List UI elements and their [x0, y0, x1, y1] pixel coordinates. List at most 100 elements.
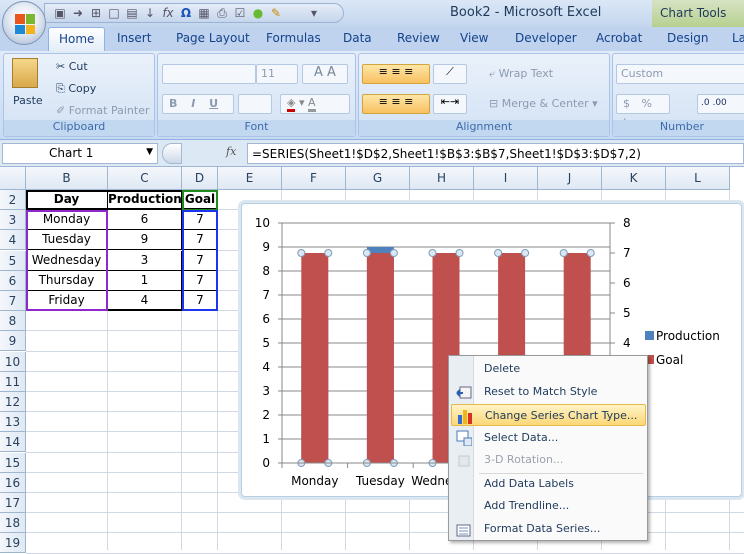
column-header-k[interactable]: K: [602, 167, 666, 190]
fill-color-icon[interactable]: ◈: [287, 96, 296, 112]
borders-icon[interactable]: ⊞: [89, 6, 103, 20]
row-header-5[interactable]: 5: [0, 250, 26, 271]
column-header-e[interactable]: E: [218, 167, 282, 190]
tab-acrobat[interactable]: Acrobat: [596, 31, 642, 45]
tab-review[interactable]: Review: [397, 31, 440, 45]
tab-home[interactable]: Home: [48, 27, 106, 52]
decrease-decimal-button[interactable]: .00: [712, 98, 726, 108]
row-header-16[interactable]: 16: [0, 472, 26, 493]
selection-handle[interactable]: [428, 249, 437, 257]
selection-handle[interactable]: [521, 249, 530, 257]
row-header-18[interactable]: 18: [0, 513, 26, 534]
italic-button[interactable]: I: [191, 97, 195, 110]
row-header-6[interactable]: 6: [0, 270, 26, 291]
font-name-dropdown[interactable]: [162, 64, 256, 84]
column-header-d[interactable]: D: [182, 167, 218, 190]
menu-item-reset-to-match-style[interactable]: Reset to Match Style: [451, 381, 646, 403]
table-header-cell[interactable]: Production: [108, 190, 182, 210]
percent-button[interactable]: %: [642, 97, 652, 110]
insert-function-button[interactable]: fx: [226, 145, 236, 158]
bold-button[interactable]: B: [169, 97, 177, 110]
tab-layout[interactable]: La: [732, 31, 744, 45]
row-header-19[interactable]: 19: [0, 533, 26, 554]
selection-handle[interactable]: [455, 249, 464, 257]
tab-formulas[interactable]: Formulas: [266, 31, 321, 45]
borders-button[interactable]: [238, 94, 272, 114]
grow-shrink-font-button[interactable]: A A: [302, 64, 348, 84]
row-header-17[interactable]: 17: [0, 493, 26, 513]
redo-icon[interactable]: ➜: [71, 6, 85, 20]
currency-button[interactable]: $: [623, 97, 630, 110]
menu-item-change-series-chart-type[interactable]: Change Series Chart Type...: [451, 404, 646, 426]
orientation-button[interactable]: ⟋: [433, 64, 467, 84]
fill-font-color-buttons[interactable]: ◈ ▾ A: [280, 94, 350, 114]
customize-qat-icon[interactable]: ▾: [307, 6, 321, 20]
box-icon[interactable]: □: [107, 6, 121, 20]
column-header-c[interactable]: C: [108, 167, 182, 190]
print-icon[interactable]: ⎙: [215, 6, 229, 21]
selection-handle[interactable]: [297, 249, 306, 257]
office-button[interactable]: [2, 1, 46, 45]
cut-button[interactable]: ✂ Cut: [56, 60, 88, 73]
row-header-10[interactable]: 10: [0, 351, 26, 372]
wrap-text-button[interactable]: ⤶ Wrap Text: [489, 67, 553, 81]
merge-center-button[interactable]: ⊟ Merge & Center ▾: [489, 97, 598, 110]
row-header-9[interactable]: 9: [0, 331, 26, 352]
row-header-2[interactable]: 2: [0, 190, 26, 210]
font-color-icon[interactable]: A: [307, 96, 316, 112]
table-icon[interactable]: ▤: [125, 6, 139, 20]
menu-item-delete[interactable]: Delete: [451, 358, 646, 380]
font-style-buttons[interactable]: B I U: [162, 94, 234, 114]
indent-buttons[interactable]: ⇤⇥: [433, 94, 467, 114]
tab-page-layout[interactable]: Page Layout: [176, 31, 250, 45]
column-header-f[interactable]: F: [282, 167, 346, 190]
paste-button[interactable]: Paste: [13, 94, 43, 107]
row-header-11[interactable]: 11: [0, 371, 26, 392]
tab-insert[interactable]: Insert: [117, 31, 151, 45]
number-format-dropdown[interactable]: Custom: [616, 64, 744, 84]
copy-button[interactable]: ⎘ Copy: [56, 82, 96, 96]
menu-item-add-trendline[interactable]: Add Trendline...: [451, 495, 646, 517]
selection-handle[interactable]: [559, 249, 568, 257]
table-cell[interactable]: 4: [108, 291, 182, 311]
column-header-h[interactable]: H: [410, 167, 474, 190]
sort-icon[interactable]: ↓: [143, 6, 157, 20]
name-box[interactable]: Chart 1 ▼: [2, 143, 158, 164]
menu-item-3-d-rotation[interactable]: 3-D Rotation...: [451, 449, 646, 471]
table-cell[interactable]: 9: [108, 230, 182, 251]
row-header-12[interactable]: 12: [0, 392, 26, 412]
decimal-buttons[interactable]: .0 .00: [697, 94, 744, 114]
chevron-down-icon[interactable]: ▼: [146, 147, 153, 157]
row-header-8[interactable]: 8: [0, 311, 26, 332]
column-header-b[interactable]: B: [26, 167, 108, 190]
tab-design[interactable]: Design: [667, 31, 708, 45]
symbol-icon[interactable]: Ω: [179, 6, 193, 20]
legend-label[interactable]: Goal: [656, 353, 683, 367]
selection-handle[interactable]: [494, 249, 503, 257]
menu-item-format-data-series[interactable]: Format Data Series...: [451, 518, 646, 540]
formula-bar-resize-handle[interactable]: [162, 143, 182, 164]
formula-input[interactable]: =SERIES(Sheet1!$D$2,Sheet1!$B$3:$B$7,She…: [247, 143, 744, 164]
row-header-7[interactable]: 7: [0, 291, 26, 311]
table-header-cell[interactable]: Day: [26, 190, 108, 210]
table-cell[interactable]: 1: [108, 270, 182, 291]
row-header-4[interactable]: 4: [0, 230, 26, 251]
row-header-14[interactable]: 14: [0, 432, 26, 453]
selection-handle[interactable]: [362, 249, 371, 257]
row-header-15[interactable]: 15: [0, 452, 26, 473]
menu-item-add-data-labels[interactable]: Add Data Labels: [451, 473, 646, 495]
wizard-icon[interactable]: ✎: [269, 6, 283, 20]
function-icon[interactable]: fx: [161, 6, 175, 20]
underline-button[interactable]: U: [209, 97, 218, 110]
table-cell[interactable]: 6: [108, 210, 182, 231]
tab-developer[interactable]: Developer: [515, 31, 577, 45]
save-icon[interactable]: ▣: [53, 6, 67, 20]
bar-goal[interactable]: [366, 253, 394, 463]
horizontal-align-buttons[interactable]: ≡ ≡ ≡: [362, 94, 430, 114]
table-cell[interactable]: 3: [108, 250, 182, 271]
increase-decimal-button[interactable]: .0: [701, 98, 710, 108]
font-size-dropdown[interactable]: 11: [256, 64, 298, 84]
row-header-13[interactable]: 13: [0, 412, 26, 433]
column-header-l[interactable]: L: [666, 167, 730, 190]
tab-data[interactable]: Data: [343, 31, 372, 45]
